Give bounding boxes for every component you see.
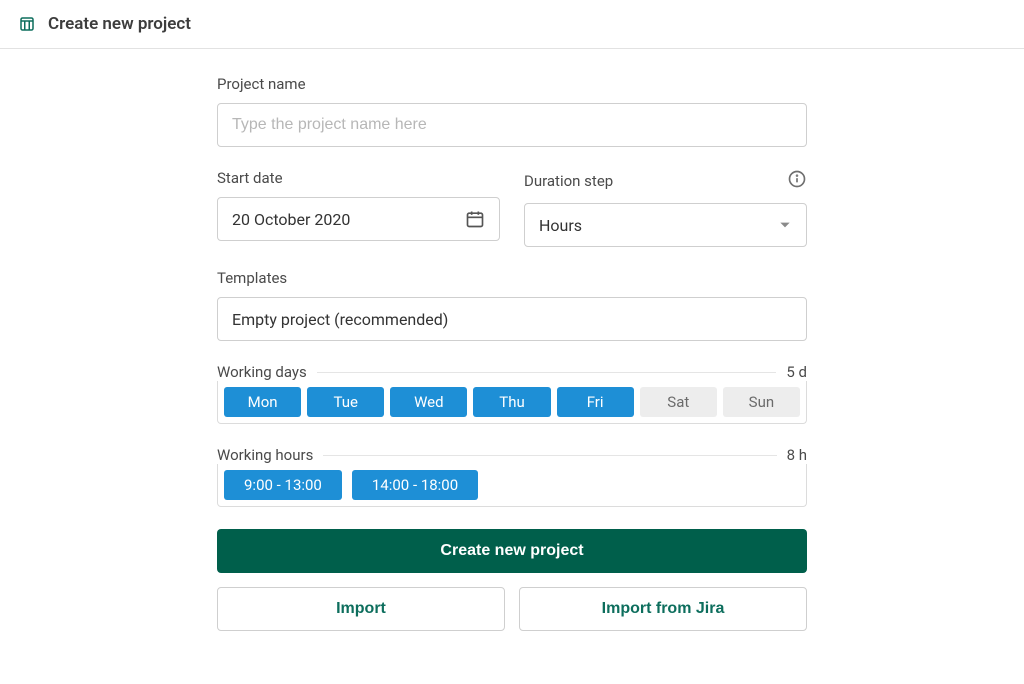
templates-select[interactable]: Empty project (recommended) bbox=[217, 297, 807, 341]
templates-group: Templates Empty project (recommended) bbox=[217, 269, 807, 341]
project-icon bbox=[18, 15, 36, 33]
import-button[interactable]: Import bbox=[217, 587, 505, 631]
chevron-down-icon bbox=[778, 218, 792, 232]
start-date-value: 20 October 2020 bbox=[232, 210, 350, 229]
divider bbox=[323, 455, 776, 456]
working-hours-label: Working hours bbox=[217, 446, 323, 464]
working-hours-count: 8 h bbox=[777, 446, 807, 464]
templates-label: Templates bbox=[217, 269, 807, 287]
import-jira-button[interactable]: Import from Jira bbox=[519, 587, 807, 631]
day-toggle-sat[interactable]: Sat bbox=[640, 387, 717, 417]
working-days-container: MonTueWedThuFriSatSun bbox=[217, 381, 807, 424]
project-name-input[interactable] bbox=[217, 103, 807, 147]
working-days-count: 5 d bbox=[776, 363, 807, 381]
divider bbox=[317, 372, 777, 373]
working-days-label: Working days bbox=[217, 363, 317, 381]
create-project-button[interactable]: Create new project bbox=[217, 529, 807, 573]
hour-range-0[interactable]: 9:00 - 13:00 bbox=[224, 470, 342, 500]
page-header: Create new project bbox=[0, 0, 1024, 49]
project-name-group: Project name bbox=[217, 75, 807, 147]
day-toggle-thu[interactable]: Thu bbox=[473, 387, 550, 417]
page-title: Create new project bbox=[48, 14, 191, 34]
day-toggle-wed[interactable]: Wed bbox=[390, 387, 467, 417]
duration-step-value: Hours bbox=[539, 216, 582, 235]
hour-range-1[interactable]: 14:00 - 18:00 bbox=[352, 470, 478, 500]
duration-step-group: Duration step Hours bbox=[524, 169, 807, 247]
day-toggle-sun[interactable]: Sun bbox=[723, 387, 800, 417]
day-toggle-tue[interactable]: Tue bbox=[307, 387, 384, 417]
start-date-input[interactable]: 20 October 2020 bbox=[217, 197, 500, 241]
calendar-icon bbox=[465, 209, 485, 229]
project-name-label: Project name bbox=[217, 75, 807, 93]
start-date-label: Start date bbox=[217, 169, 500, 187]
duration-step-select[interactable]: Hours bbox=[524, 203, 807, 247]
info-icon[interactable] bbox=[787, 169, 807, 193]
day-toggle-mon[interactable]: Mon bbox=[224, 387, 301, 417]
working-hours-section: Working hours 8 h 9:00 - 13:00 14:00 - 18… bbox=[217, 446, 807, 507]
form-container: Project name Start date 20 October 2020 bbox=[213, 75, 811, 631]
start-date-group: Start date 20 October 2020 bbox=[217, 169, 500, 247]
working-days-section: Working days 5 d MonTueWedThuFriSatSun bbox=[217, 363, 807, 424]
day-toggle-fri[interactable]: Fri bbox=[557, 387, 634, 417]
templates-value: Empty project (recommended) bbox=[232, 310, 448, 329]
working-hours-container: 9:00 - 13:00 14:00 - 18:00 bbox=[217, 464, 807, 507]
duration-step-label: Duration step bbox=[524, 172, 613, 190]
